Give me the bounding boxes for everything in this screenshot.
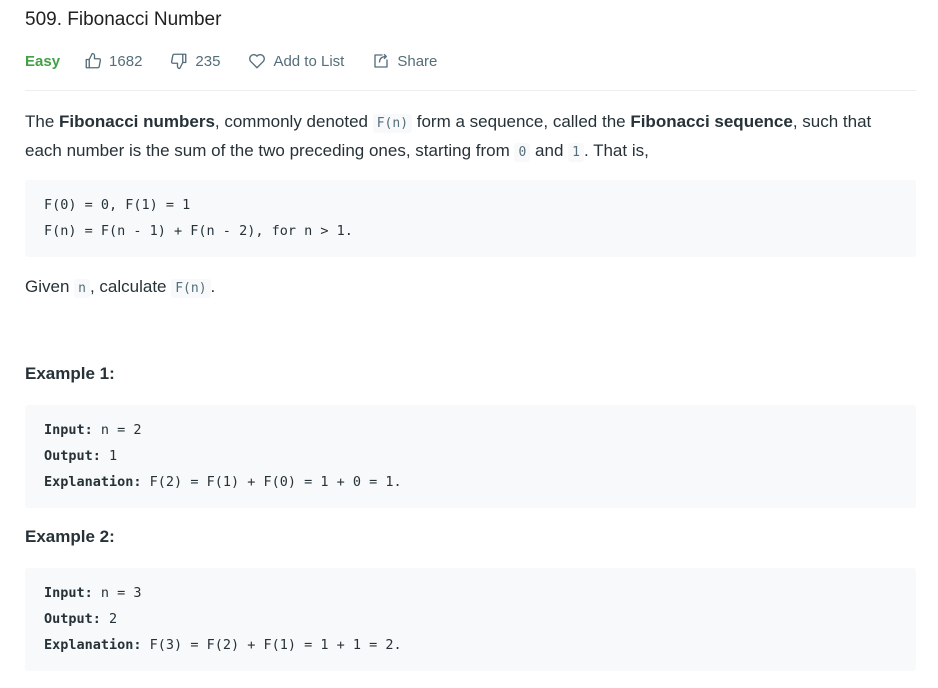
desc-text: . That is, — [583, 141, 649, 160]
desc-text: form a sequence, called the — [412, 112, 631, 131]
task-text: , calculate — [89, 277, 172, 296]
example-input-line: Input: n = 2 — [44, 417, 916, 443]
problem-title: 509. Fibonacci Number — [25, 9, 222, 30]
example-input-line: Input: n = 3 — [44, 580, 916, 606]
desc-bold-fibonacci-numbers: Fibonacci numbers — [59, 112, 215, 131]
output-value: 1 — [100, 448, 118, 464]
output-label: Output: — [44, 448, 101, 464]
example-1-block: Input: n = 2 Output: 1 Explanation: F(2)… — [25, 405, 916, 508]
example-2-heading: Example 2: — [25, 527, 115, 546]
input-value: n = 2 — [92, 422, 142, 438]
formula-code-block: F(0) = 0, F(1) = 1 F(n) = F(n - 1) + F(n… — [25, 180, 916, 257]
inline-code-fn: F(n) — [171, 279, 211, 298]
share-label: Share — [397, 52, 438, 70]
like-button[interactable]: 1682 — [84, 52, 142, 70]
share-icon — [374, 53, 389, 68]
thumbs-down-icon — [171, 53, 187, 70]
input-label: Input: — [44, 585, 93, 601]
example-output-line: Output: 1 — [44, 443, 916, 469]
example-output-line: Output: 2 — [44, 606, 916, 632]
output-value: 2 — [100, 611, 118, 627]
inline-code-zero: 0 — [514, 143, 531, 162]
header-divider — [25, 90, 916, 91]
input-value: n = 3 — [92, 585, 142, 601]
example-1-heading: Example 1: — [25, 364, 115, 383]
dislike-button[interactable]: 235 — [170, 52, 220, 70]
desc-text: and — [530, 141, 569, 160]
thumbs-up-icon — [85, 52, 102, 69]
task-text: Given — [25, 277, 75, 296]
like-count: 1682 — [109, 52, 143, 70]
inline-code-fn: F(n) — [372, 114, 413, 133]
input-label: Input: — [44, 422, 93, 438]
explanation-label: Explanation: — [44, 637, 142, 653]
task-text: . — [210, 277, 216, 296]
task-paragraph: Given n, calculate F(n). — [25, 273, 215, 302]
problem-page: 509. Fibonacci Number Easy 1682 235 Add … — [0, 0, 938, 688]
add-to-list-button[interactable]: Add to List — [248, 52, 344, 70]
heart-icon — [249, 54, 266, 69]
share-button[interactable]: Share — [372, 52, 437, 70]
inline-code-one: 1 — [568, 143, 584, 162]
inline-code-n: n — [74, 279, 90, 298]
explanation-value: F(2) = F(1) + F(0) = 1 + 0 = 1. — [141, 474, 402, 490]
problem-meta-bar: Easy 1682 235 Add to List Share — [25, 50, 465, 72]
description-paragraph: The Fibonacci numbers, commonly denoted … — [25, 108, 905, 166]
add-to-list-label: Add to List — [273, 52, 345, 70]
difficulty-badge: Easy — [25, 52, 61, 70]
explanation-label: Explanation: — [44, 474, 142, 490]
desc-text: The — [25, 112, 60, 131]
desc-text: , commonly denoted — [214, 112, 373, 131]
example-explanation-line: Explanation: F(3) = F(2) + F(1) = 1 + 1 … — [44, 632, 916, 658]
example-2-block: Input: n = 3 Output: 2 Explanation: F(3)… — [25, 568, 916, 671]
example-explanation-line: Explanation: F(2) = F(1) + F(0) = 1 + 0 … — [44, 469, 916, 495]
formula-line: F(0) = 0, F(1) = 1 — [44, 197, 191, 213]
explanation-value: F(3) = F(2) + F(1) = 1 + 1 = 2. — [141, 637, 402, 653]
desc-bold-fibonacci-sequence: Fibonacci sequence — [630, 112, 793, 131]
formula-line: F(n) = F(n - 1) + F(n - 2), for n > 1. — [44, 223, 353, 239]
dislike-count: 235 — [195, 52, 221, 70]
output-label: Output: — [44, 611, 101, 627]
